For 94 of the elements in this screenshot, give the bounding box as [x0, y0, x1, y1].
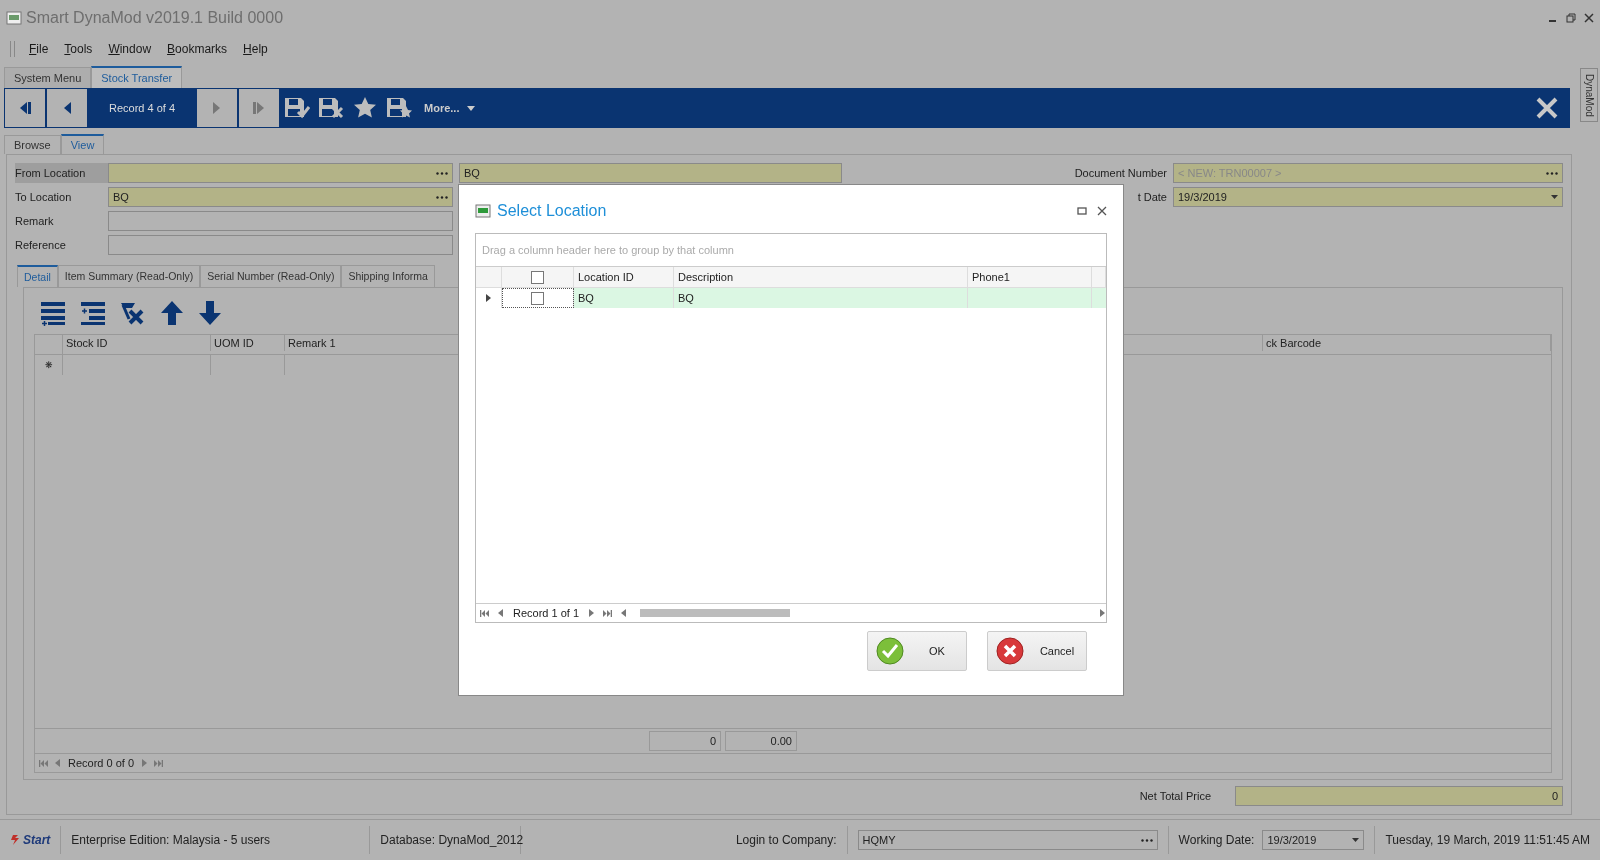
caret-icon [1551, 195, 1558, 199]
view-tab[interactable]: Browse [4, 135, 61, 154]
menu-item[interactable]: File [23, 40, 55, 58]
database-text: Database: DynaMod_2012 [380, 833, 524, 847]
last-page-icon[interactable] [603, 609, 613, 617]
move-down-icon[interactable] [198, 300, 222, 326]
table-row[interactable]: BQ BQ [476, 288, 1106, 308]
restore-button[interactable] [1566, 13, 1576, 23]
triangle-right-icon [1098, 609, 1106, 617]
ok-button[interactable]: OK [867, 631, 967, 671]
triangle-left-icon [497, 609, 505, 617]
save-star-icon [386, 96, 412, 120]
column-header: Description [674, 267, 968, 287]
checkbox[interactable] [531, 270, 544, 284]
edition-text: Enterprise Edition: Malaysia - 5 users [71, 833, 271, 847]
app-icon [6, 10, 22, 26]
caret-icon [1352, 838, 1360, 842]
working-date-label: Working Date: [1178, 833, 1255, 847]
add-row-icon[interactable] [40, 300, 66, 326]
document-tab[interactable]: Stock Transfer [91, 66, 183, 88]
detail-tab[interactable]: Serial Number (Read-Only) [200, 265, 342, 287]
input-field[interactable] [108, 235, 453, 255]
last-record-button[interactable] [238, 88, 280, 128]
triangle-right-icon [140, 759, 149, 767]
logo-icon [10, 834, 20, 846]
record-counter: Record 4 of 4 [107, 101, 176, 116]
company-label: Login to Company: [735, 833, 837, 847]
close-button[interactable] [1097, 206, 1107, 216]
field-label: Document Number [1074, 167, 1167, 179]
column-header: Location ID [574, 267, 674, 287]
field-label: t Date [1136, 191, 1167, 203]
next-record-button[interactable] [196, 88, 238, 128]
detail-tab[interactable]: Shipping Informa [341, 265, 435, 287]
cancel-icon [996, 637, 1024, 665]
menu-item[interactable]: Bookmarks [161, 40, 234, 58]
input-field[interactable] [108, 211, 453, 231]
ellipsis-icon [1140, 838, 1153, 842]
star-icon [353, 96, 377, 120]
insert-row-icon[interactable] [80, 300, 106, 326]
dialog-title: Select Location [497, 202, 607, 220]
app-icon [475, 203, 491, 219]
save-cross-icon [318, 96, 344, 120]
move-up-icon[interactable] [160, 300, 184, 326]
column-header: Phone1 [968, 267, 1092, 287]
row-indicator-icon [486, 294, 491, 302]
menu-item[interactable]: Help [237, 40, 274, 58]
field-label: To Location [15, 190, 73, 205]
triangle-left-icon [54, 759, 62, 767]
detail-tab[interactable]: Item Summary (Read-Only) [57, 265, 201, 287]
date-field[interactable]: 19/3/2019 [1173, 187, 1563, 207]
start-button[interactable]: Start [10, 833, 51, 847]
record-counter: Record 1 of 1 [513, 607, 580, 619]
triangle-right-icon [587, 609, 596, 617]
checkbox[interactable] [531, 291, 544, 305]
field-label: Net Total Price [1139, 790, 1211, 802]
field-label: Remark [15, 214, 55, 229]
ellipsis-icon [436, 171, 448, 175]
menu-item[interactable]: Window [102, 40, 158, 58]
company-field[interactable]: HQMY [857, 830, 1158, 850]
total-cell: 0 [649, 731, 721, 751]
field-label: Reference [15, 238, 67, 253]
caret-icon [467, 105, 476, 111]
column-header: Stock ID [63, 335, 211, 351]
close-icon [1535, 96, 1559, 120]
description-field: BQ [459, 163, 842, 183]
first-record-button[interactable] [4, 88, 46, 128]
document-tab[interactable]: System Menu [4, 67, 92, 88]
input-field[interactable] [108, 163, 453, 183]
triangle-left-icon [620, 609, 629, 617]
total-cell: 0.00 [725, 731, 797, 751]
close-button[interactable] [1584, 13, 1594, 23]
maximize-button[interactable] [1077, 206, 1087, 216]
column-header: UOM ID [211, 335, 285, 351]
ellipsis-icon [436, 195, 448, 199]
save-check-icon [284, 96, 310, 120]
datetime-text: Tuesday, 19 March, 2019 11:51:45 AM [1385, 833, 1590, 847]
ellipsis-icon [1546, 171, 1558, 175]
date-field[interactable]: 19/3/2019 [1262, 830, 1365, 850]
window-title: Smart DynaMod v2019.1 Build 0000 [26, 9, 284, 27]
input-field[interactable]: BQ [108, 187, 453, 207]
table-cell: BQ [574, 288, 674, 308]
more-button[interactable]: More... [416, 88, 484, 128]
menu-item[interactable]: Tools [58, 40, 99, 58]
column-header: ck Barcode [1263, 335, 1551, 351]
check-icon [876, 637, 904, 665]
cancel-button[interactable]: Cancel [987, 631, 1087, 671]
net-total-field: 0 [1235, 786, 1563, 806]
table-cell: BQ [674, 288, 968, 308]
delete-row-icon[interactable] [120, 300, 146, 326]
first-page-icon[interactable] [480, 609, 489, 617]
field-label: From Location [15, 163, 108, 183]
side-tab[interactable]: DynaMod [1580, 68, 1598, 122]
record-counter: Record 0 of 0 [68, 757, 135, 769]
previous-record-button[interactable] [46, 88, 88, 128]
